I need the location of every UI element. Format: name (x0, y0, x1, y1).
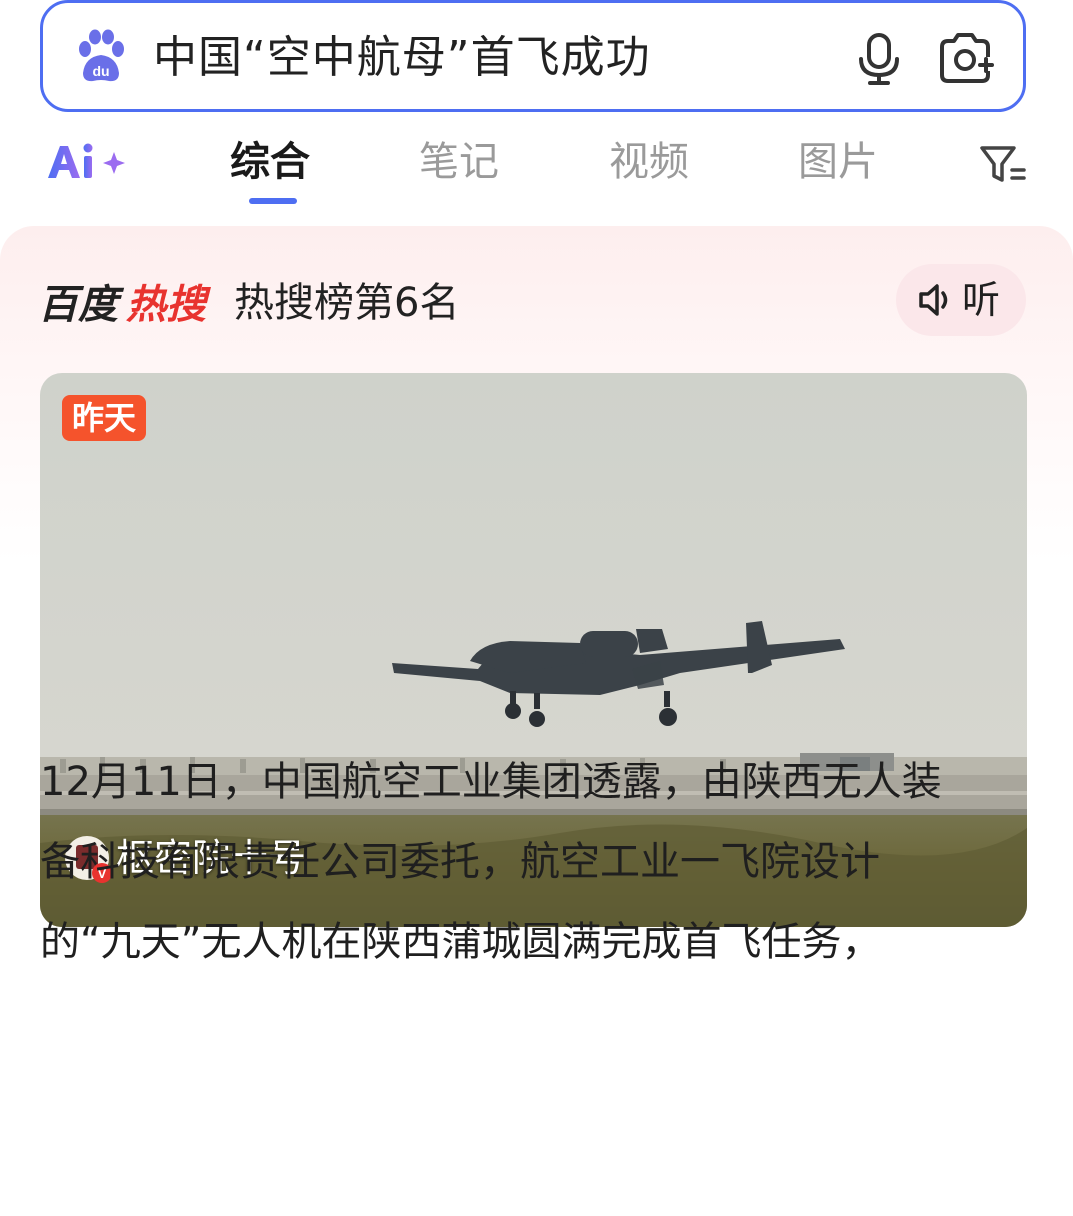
article-text: 12月11日，中国航空工业集团透露，由陕西无人装 备科技有限责任公司委托，航空工… (40, 742, 1040, 982)
svg-text:du: du (92, 63, 109, 79)
tab-comprehensive[interactable]: 综合 (230, 136, 310, 188)
baidu-paw-icon: du (79, 29, 124, 82)
listen-label: 听 (962, 278, 1001, 322)
tab-images[interactable]: 图片 (798, 136, 878, 188)
speaker-icon (919, 284, 948, 316)
hot-rank-text: 热搜榜第6名 (234, 280, 460, 326)
article-line: 备科技有限责任公司委托，航空工业一飞院设计 (40, 839, 880, 885)
tab-notes[interactable]: 笔记 (419, 136, 499, 188)
article-line: 的“九天”无人机在陕西蒲城圆满完成首飞任务， (40, 919, 882, 965)
camera-search-icon[interactable] (936, 31, 994, 85)
page: du 中国“空中航母”首飞成功 综合 笔记 视频 图片 百度 热搜 热搜榜第6名… (0, 0, 1073, 1216)
svg-text:百度: 百度 (38, 282, 125, 328)
microphone-icon[interactable] (857, 31, 901, 87)
result-tabs: 综合 笔记 视频 图片 (0, 118, 1073, 213)
svg-text:热搜: 热搜 (126, 282, 211, 328)
ai-assistant-icon[interactable] (44, 138, 134, 188)
baidu-hot-search-logo: 百度 热搜 (38, 282, 211, 328)
time-badge: 昨天 (62, 395, 146, 441)
search-bar[interactable]: du 中国“空中航母”首飞成功 (40, 0, 1026, 112)
tab-videos[interactable]: 视频 (609, 136, 689, 188)
hot-search-card: 百度 热搜 热搜榜第6名 听 昨天 V 枢密院十号 (0, 226, 1073, 1216)
filter-icon[interactable] (978, 142, 1028, 186)
article-line: 12月11日，中国航空工业集团透露，由陕西无人装 (40, 759, 942, 805)
active-tab-indicator (249, 198, 297, 204)
search-input[interactable]: 中国“空中航母”首飞成功 (153, 31, 651, 85)
listen-button[interactable]: 听 (896, 264, 1026, 336)
